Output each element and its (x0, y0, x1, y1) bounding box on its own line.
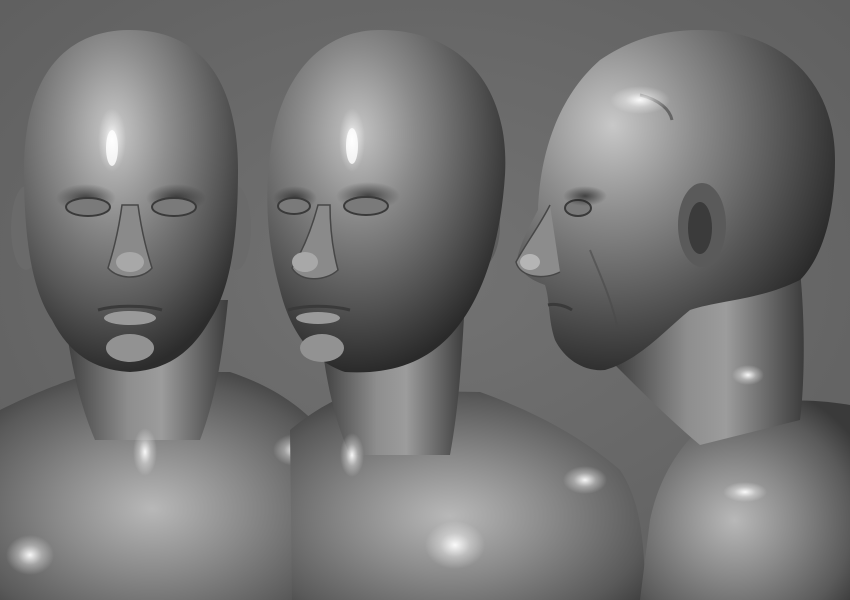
front-left-eye (65, 197, 111, 217)
tq-left-eye (277, 197, 311, 215)
tq-right-eye (343, 196, 389, 216)
sculpt-viewport (0, 0, 850, 600)
front-right-eye (151, 197, 197, 217)
render-canvas (0, 0, 850, 600)
